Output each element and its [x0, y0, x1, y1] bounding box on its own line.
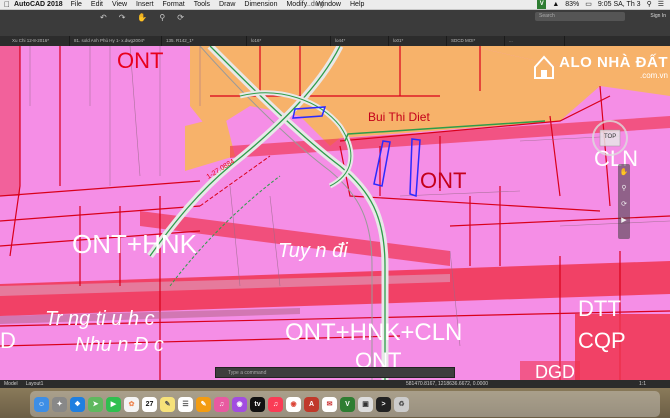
notes-icon[interactable]: ✎ — [160, 396, 175, 412]
label-d-left: D — [0, 328, 16, 353]
coordinates-readout: 581470.8167, 1218636.6672, 0.0000 — [406, 381, 489, 387]
v-app-icon[interactable]: V — [537, 0, 547, 9]
file-tabs: Xu Chi 12-8-2016* 81. sold Anh Phú Hy 1-… — [0, 36, 670, 46]
label-road: Tuy n đi — [278, 240, 348, 262]
showmotion-icon[interactable]: ▶ — [618, 216, 630, 224]
tab-7[interactable]: SDCD MOI* — [447, 36, 505, 46]
calendar-icon[interactable]: 27 — [142, 396, 157, 412]
tab-4[interactable]: lo16* — [247, 36, 331, 46]
tab-2[interactable]: 81. sold Anh Phú Hy 1- x.dwg2004* — [70, 36, 162, 46]
mac-menubar:  AutoCAD 2018 File Edit View Insert For… — [0, 0, 670, 10]
label-ont-top: ONT — [117, 48, 164, 73]
autocad-icon[interactable]: A — [304, 396, 319, 412]
pan-hand-icon[interactable]: ✋ — [137, 13, 147, 22]
wifi-icon[interactable]: ▲ — [552, 0, 559, 10]
menu-dimension[interactable]: Dimension — [244, 0, 277, 10]
pan-icon[interactable]: ✋ — [618, 168, 630, 176]
menu-draw[interactable]: Draw — [219, 0, 235, 10]
search-icon[interactable]: ⚲ — [647, 0, 652, 10]
label-school-2: Nhu n Đ c — [75, 334, 164, 356]
finder-icon[interactable]: ☺ — [34, 396, 49, 412]
itunes-icon[interactable]: ♫ — [214, 396, 229, 412]
tab-3[interactable]: 135. R142_1* — [162, 36, 247, 46]
label-ont-hnk: ONT+HNK — [72, 229, 197, 259]
preview-icon[interactable]: ▣ — [358, 396, 373, 412]
sign-in-link[interactable]: Sign In — [650, 13, 666, 19]
orbit-icon[interactable]: ⟳ — [177, 13, 184, 22]
label-ont-hnk-cln: ONT+HNK+CLN — [285, 319, 463, 346]
appletv-icon[interactable]: tv — [250, 396, 265, 412]
tab-8[interactable]: ... — [505, 36, 565, 46]
launchpad-icon[interactable]: ✦ — [52, 396, 67, 412]
app-name-menu[interactable]: AutoCAD 2018 — [14, 0, 63, 10]
photos-icon[interactable]: ✿ — [124, 396, 139, 412]
viewcube[interactable]: TOP — [590, 118, 630, 158]
tab-5[interactable]: lo44* — [331, 36, 389, 46]
label-dtt: DTT — [578, 296, 621, 321]
red-strip-left — [0, 46, 20, 196]
label-ont-mid: ONT — [420, 168, 467, 193]
label-cqp: CQP — [578, 328, 626, 353]
battery-text[interactable]: 83% — [565, 0, 579, 10]
label-owner: Bui Thi Diet — [368, 110, 430, 124]
drawing-canvas[interactable]: ONT Bui Thi Diet CLN ONT ONT+HNK Tuy n đ… — [0, 46, 670, 380]
watermark: ALO NHÀ ĐẤT .com.vn — [533, 54, 668, 80]
chrome-icon[interactable]: ◉ — [286, 396, 301, 412]
menu-list-icon[interactable]: ☰ — [658, 0, 664, 10]
pages-icon[interactable]: ✎ — [196, 396, 211, 412]
command-placeholder[interactable]: Type a command — [228, 370, 266, 376]
undo-icon[interactable]: ↶ — [100, 13, 107, 22]
menu-insert[interactable]: Insert — [136, 0, 154, 10]
podcasts-icon[interactable]: ◉ — [232, 396, 247, 412]
zoom-extents-icon[interactable]: ⚲ — [618, 184, 630, 192]
trash-icon[interactable]: ♻ — [394, 396, 409, 412]
menu-view[interactable]: View — [112, 0, 127, 10]
mail-icon[interactable]: ✉ — [322, 396, 337, 412]
menu-edit[interactable]: Edit — [91, 0, 103, 10]
command-line[interactable]: Type a command — [215, 367, 455, 378]
battery-icon: ▭ — [585, 0, 592, 8]
v-app-dock-icon[interactable]: V — [340, 396, 355, 412]
watermark-title: ALO NHÀ ĐẤT — [559, 54, 668, 71]
navigation-bar[interactable]: ✋ ⚲ ⟳ ▶ — [618, 164, 630, 239]
tab-model[interactable]: Model — [0, 380, 22, 388]
menu-tools[interactable]: Tools — [194, 0, 210, 10]
menu-format[interactable]: Format — [163, 0, 185, 10]
maps-icon[interactable]: ➤ — [88, 396, 103, 412]
tab-6[interactable]: lo01* — [389, 36, 447, 46]
status-bar: Model Layout1 581470.8167, 1218636.6672,… — [0, 380, 670, 388]
toolbar-search-input[interactable]: Search — [535, 12, 625, 21]
document-title: ...dwg — [305, 0, 324, 8]
facetime-icon[interactable]: ▶ — [106, 396, 121, 412]
tab-layout1[interactable]: Layout1 — [22, 380, 48, 388]
autocad-toolbar: ↶ ↷ ✋ ⚲ ⟳ Search Sign In — [0, 10, 670, 36]
clock-text[interactable]: 9:05 SA, Th 3 — [598, 0, 641, 10]
watermark-sub: .com.vn — [639, 71, 668, 80]
redo-icon[interactable]: ↷ — [119, 13, 126, 22]
mac-dock: ☺ ✦ ❖ ➤ ▶ ✿ 27 ✎ ☰ ✎ ♫ ◉ tv ♫ ◉ A ✉ V ▣ … — [0, 388, 670, 418]
menu-help[interactable]: Help — [350, 0, 364, 10]
viewcube-top-label[interactable]: TOP — [604, 134, 616, 140]
terminal-icon[interactable]: > — [376, 396, 391, 412]
menu-modify[interactable]: Modify — [286, 0, 307, 10]
house-logo-icon — [533, 55, 555, 79]
safari-icon[interactable]: ❖ — [70, 396, 85, 412]
label-school-1: Tr ng ti u h c — [45, 308, 155, 330]
annotation-scale[interactable]: 1:1 — [635, 380, 650, 388]
zoom-icon[interactable]: ⚲ — [159, 13, 165, 22]
music-icon[interactable]: ♫ — [268, 396, 283, 412]
menu-file[interactable]: File — [71, 0, 82, 10]
apple-icon[interactable]:  — [0, 0, 14, 10]
tab-1[interactable]: Xu Chi 12-8-2016* — [0, 36, 70, 46]
orbit-nav-icon[interactable]: ⟳ — [618, 200, 630, 208]
label-dgd: DGD — [535, 362, 575, 380]
reminders-icon[interactable]: ☰ — [178, 396, 193, 412]
